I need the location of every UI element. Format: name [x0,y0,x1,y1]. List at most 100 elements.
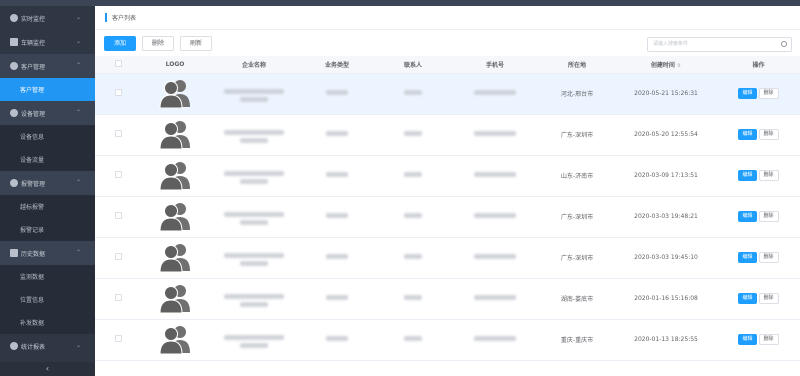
edit-button[interactable]: 编辑 [738,170,757,181]
search-placeholder: 请输入搜索条件 [653,41,689,47]
row-select-cell[interactable] [95,155,141,197]
select-all-cell[interactable] [95,56,141,74]
table-row[interactable]: 河北-邢台市 2020-05-21 15:26:31 编辑 删除 [95,73,800,115]
row-delete-button[interactable]: 删除 [758,293,779,304]
edit-button[interactable]: 编辑 [738,129,757,140]
column-header: 手机号 [451,56,539,74]
row-select-cell[interactable] [95,114,141,156]
column-header: 企业名称 [209,56,299,74]
table-header-row: LOGO 企业名称 业务类型 联系人 手机号 所在地 创建时间 ⇅ 操作 [95,56,800,74]
edit-button[interactable]: 编辑 [738,252,757,263]
row-delete-button[interactable]: 删除 [758,88,779,99]
breadcrumb: 客户列表 [95,6,800,30]
column-header: 业务类型 [299,56,375,74]
report-icon [10,342,18,350]
sidebar-item-device-traffic[interactable]: 设备流量 [0,148,95,171]
logo-cell [141,278,209,320]
table-row[interactable]: 广东-深圳市 2020-03-03 19:45:10 编辑 删除 [95,237,800,279]
business-type-cell [299,114,375,156]
edit-button[interactable]: 编辑 [738,293,757,304]
table-row[interactable]: 重庆-重庆市 2020-01-13 18:25:55 编辑 删除 [95,319,800,361]
company-name-cell [209,114,299,156]
menu-group-vehicle[interactable]: 车辆监控 ⌄ [0,30,95,54]
sidebar-collapse-button[interactable]: ‹ [0,362,95,376]
logo-cell [141,237,209,279]
table-row[interactable]: 山东-济南市 2020-03-09 17:13:51 编辑 删除 [95,155,800,197]
company-name-cell [209,196,299,238]
row-delete-button[interactable]: 删除 [758,252,779,263]
user-group-icon [159,79,190,108]
select-all-checkbox[interactable] [114,59,122,67]
contact-cell [375,237,451,279]
row-select-cell[interactable] [95,73,141,115]
row-checkbox[interactable] [114,130,122,137]
phone-cell [451,114,539,156]
created-time-cell: 2020-05-21 15:26:31 [615,73,717,115]
menu-group-label: 实时监控 [21,15,46,23]
row-checkbox[interactable] [114,89,122,96]
sidebar-item-monitor-data[interactable]: 监测数据 [0,265,95,288]
edit-button[interactable]: 编辑 [738,334,757,345]
row-delete-button[interactable]: 删除 [758,170,779,181]
table-row[interactable]: 广东-深圳市 2020-05-20 12:55:54 编辑 删除 [95,114,800,156]
sidebar-item-customer-manage[interactable]: 客户管理 [0,78,95,101]
edit-button[interactable]: 编辑 [738,211,757,222]
menu-group-customer[interactable]: 客户管理 ⌃ [0,54,95,78]
menu-group-realtime[interactable]: 实时监控 ⌄ [0,6,95,30]
created-time-cell: 2020-01-13 18:25:55 [615,319,717,361]
add-button[interactable]: 添加 [104,35,137,51]
menu-group-alarm[interactable]: 报警管理 ⌃ [0,171,95,195]
sidebar-item-resend-data[interactable]: 补发数据 [0,311,95,334]
row-select-cell[interactable] [95,196,141,238]
menu-group-label: 统计报表 [21,343,46,351]
row-delete-button[interactable]: 删除 [758,211,779,222]
contact-cell [375,196,451,238]
column-header-created[interactable]: 创建时间 ⇅ [615,56,717,74]
refresh-button[interactable]: 刷新 [180,35,213,51]
actions-cell: 编辑 删除 [717,278,800,320]
phone-cell [451,155,539,197]
row-checkbox[interactable] [114,294,122,301]
row-select-cell[interactable] [95,319,141,361]
column-header: 联系人 [375,56,451,74]
search-input[interactable]: 请输入搜索条件 [647,37,792,52]
business-type-cell [299,237,375,279]
delete-button[interactable]: 删除 [142,35,175,51]
history-icon [10,249,18,257]
logo-cell [141,196,209,238]
menu-group-label: 车辆监控 [21,39,46,47]
table-row[interactable]: 广东-深圳市 2020-03-03 19:48:21 编辑 删除 [95,196,800,238]
phone-cell [451,196,539,238]
row-delete-button[interactable]: 删除 [758,334,779,345]
table-row[interactable]: 湖南-娄底市 2020-01-16 15:16:08 编辑 删除 [95,278,800,320]
sidebar-item-alarm-record[interactable]: 报警记录 [0,218,95,241]
menu-group-report[interactable]: 统计报表 ⌄ [0,334,95,358]
row-delete-button[interactable]: 删除 [758,129,779,140]
logo-cell [141,155,209,197]
edit-button[interactable]: 编辑 [738,88,757,99]
row-checkbox[interactable] [114,335,122,342]
sidebar-item-device-info[interactable]: 设备信息 [0,125,95,148]
row-checkbox[interactable] [114,253,122,260]
menu-group-device[interactable]: 设备管理 ⌃ [0,101,95,125]
user-group-icon [159,243,190,272]
row-select-cell[interactable] [95,237,141,279]
user-group-icon [159,161,190,190]
menu-group-history[interactable]: 历史数据 ⌃ [0,241,95,265]
device-icon [10,109,18,117]
sidebar-item-over-limit-alarm[interactable]: 越标报警 [0,195,95,218]
sort-icon[interactable]: ⇅ [677,63,681,69]
created-time-cell: 2020-05-20 12:55:54 [615,114,717,156]
menu-group-label: 设备管理 [21,110,46,118]
menu-group-label: 报警管理 [21,180,46,188]
row-checkbox[interactable] [114,212,122,219]
sidebar-item-location-info[interactable]: 位置信息 [0,288,95,311]
row-checkbox[interactable] [114,171,122,178]
phone-cell [451,73,539,115]
company-name-cell [209,73,299,115]
search-icon[interactable] [781,41,787,47]
row-select-cell[interactable] [95,278,141,320]
business-type-cell [299,196,375,238]
actions-cell: 编辑 删除 [717,114,800,156]
company-name-cell [209,155,299,197]
